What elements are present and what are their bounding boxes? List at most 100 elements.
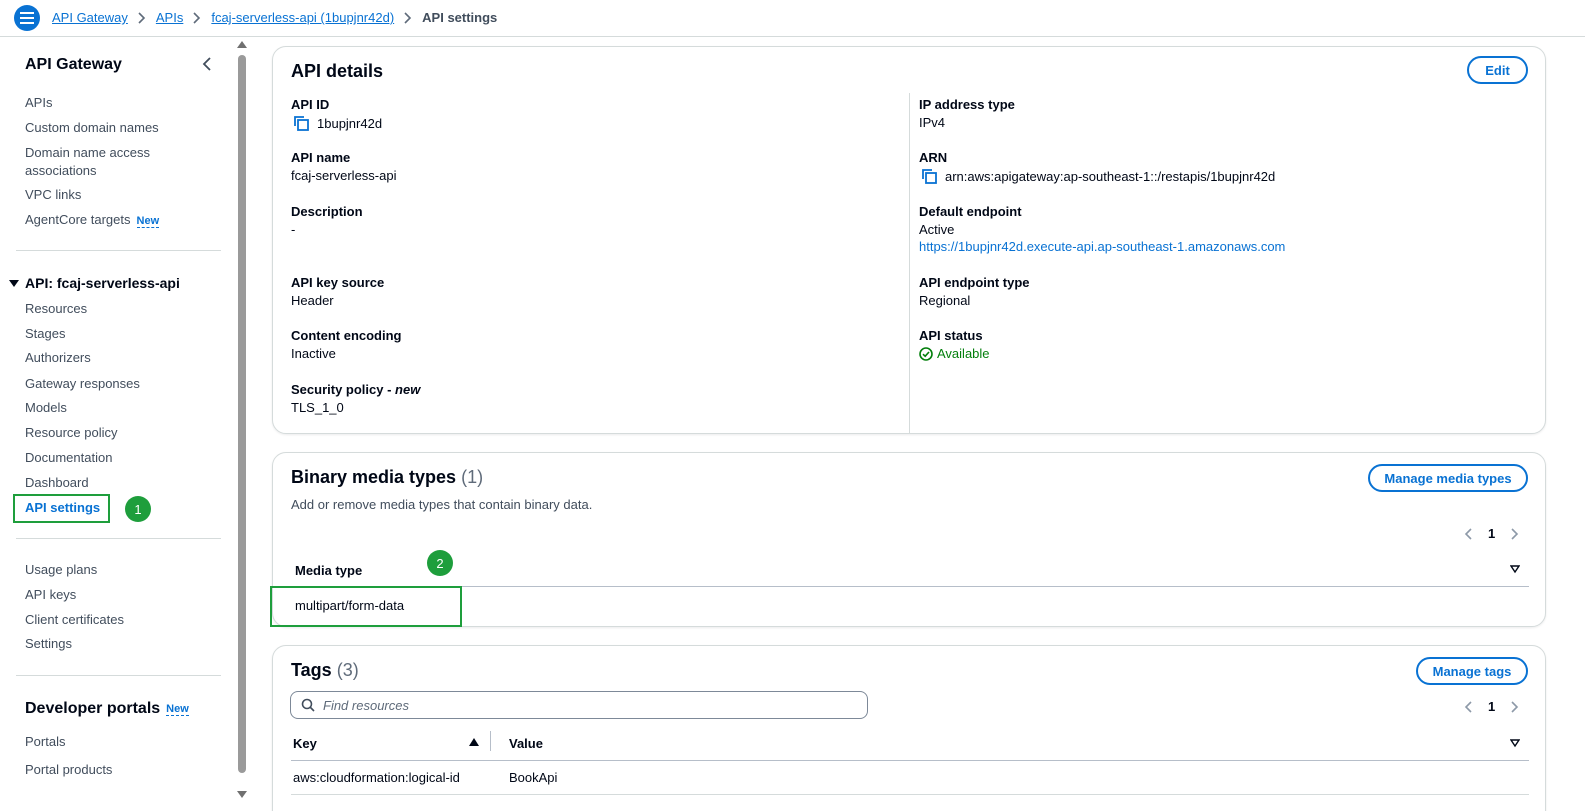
content-encoding-value: Inactive xyxy=(291,346,336,361)
api-key-source-value: Header xyxy=(291,293,334,308)
divider xyxy=(291,794,1529,795)
description-label: Description xyxy=(291,204,363,219)
breadcrumb: API Gateway APIs fcaj-serverless-api (1b… xyxy=(52,10,497,25)
security-policy-label: Security policy - new xyxy=(291,382,420,397)
ip-address-type-value: IPv4 xyxy=(919,115,946,130)
column-divider xyxy=(490,731,491,751)
copy-icon[interactable] xyxy=(293,115,309,131)
search-input[interactable] xyxy=(323,697,843,713)
binary-media-types-panel: Binary media types (1) Manage media type… xyxy=(272,452,1546,627)
sidebar-section-label: API: fcaj-serverless-api xyxy=(25,275,180,291)
manage-tags-button[interactable]: Manage tags xyxy=(1416,657,1528,685)
menu-icon[interactable] xyxy=(14,5,40,31)
security-policy-value: TLS_1_0 xyxy=(291,400,344,415)
main-content: API details Edit API ID 1bupjnr42d API n… xyxy=(252,38,1585,811)
scrollbar-thumb[interactable] xyxy=(238,55,246,773)
edit-button[interactable]: Edit xyxy=(1467,56,1528,84)
sidebar-item-client-certificates[interactable]: Client certificates xyxy=(25,611,124,629)
sidebar-item-resources[interactable]: Resources xyxy=(25,300,87,318)
sidebar-section-api[interactable]: API: fcaj-serverless-api xyxy=(9,275,180,291)
chevron-left-icon[interactable] xyxy=(1464,527,1472,540)
sidebar-item-label: AgentCore targets xyxy=(25,212,131,227)
api-name-value: fcaj-serverless-api xyxy=(291,168,397,183)
chevron-right-icon[interactable] xyxy=(1511,700,1519,713)
default-endpoint-label: Default endpoint xyxy=(919,204,1022,219)
sidebar-item-agentcore-targets[interactable]: AgentCore targets New xyxy=(25,211,160,230)
api-id: 1bupjnr42d xyxy=(317,115,383,131)
page-number[interactable]: 1 xyxy=(1488,526,1495,541)
api-endpoint-type-label: API endpoint type xyxy=(919,275,1030,290)
divider xyxy=(16,675,221,676)
tags-count: (3) xyxy=(336,660,359,680)
tag-key: aws:cloudformation:logical-id xyxy=(293,770,460,785)
api-status-value: Available xyxy=(919,346,990,361)
column-header-key[interactable]: Key xyxy=(293,736,317,751)
divider xyxy=(16,538,221,539)
scroll-up-icon[interactable] xyxy=(237,41,247,48)
sidebar-item-gateway-responses[interactable]: Gateway responses xyxy=(25,375,140,393)
sidebar-item-api-keys[interactable]: API keys xyxy=(25,586,76,604)
annotation-marker-1: 1 xyxy=(125,496,151,522)
api-endpoint-type-value: Regional xyxy=(919,293,971,308)
breadcrumb-api-gateway[interactable]: API Gateway xyxy=(52,10,128,25)
api-details-panel: API details Edit API ID 1bupjnr42d API n… xyxy=(272,46,1546,434)
page-number[interactable]: 1 xyxy=(1488,699,1495,714)
column-divider xyxy=(909,93,910,433)
annotation-box-1 xyxy=(13,494,110,523)
sort-ascending-icon[interactable] xyxy=(469,738,479,746)
sidebar-item-dashboard[interactable]: Dashboard xyxy=(25,474,89,492)
breadcrumb-apis[interactable]: APIs xyxy=(156,10,183,25)
sidebar-item-documentation[interactable]: Documentation xyxy=(25,449,112,467)
tags-panel: Tags (3) Manage tags 1 Key Value aws:clo… xyxy=(272,645,1546,811)
binary-media-types-title-text: Binary media types xyxy=(291,467,457,487)
api-name-label: API name xyxy=(291,150,351,165)
sidebar-item-models[interactable]: Models xyxy=(25,399,67,417)
sidebar-item-settings[interactable]: Settings xyxy=(25,635,72,653)
sidebar-item-resource-policy[interactable]: Resource policy xyxy=(25,424,118,442)
search-icon xyxy=(301,698,315,712)
arn-label: ARN xyxy=(919,150,948,165)
api-details-title: API details xyxy=(291,61,384,81)
description-value: - xyxy=(291,222,296,237)
chevron-left-icon[interactable] xyxy=(1464,700,1472,713)
sidebar-item-authorizers[interactable]: Authorizers xyxy=(25,349,91,367)
api-id-value: 1bupjnr42d xyxy=(293,115,382,131)
tag-value: BookApi xyxy=(509,770,558,785)
tags-search-field[interactable] xyxy=(290,691,868,719)
default-endpoint-status: Active xyxy=(919,222,955,237)
chevron-right-icon[interactable] xyxy=(1511,527,1519,540)
sidebar-item-usage-plans[interactable]: Usage plans xyxy=(25,561,97,579)
sidebar-item-stages[interactable]: Stages xyxy=(25,325,65,343)
divider xyxy=(291,760,1529,761)
api-key-source-label: API key source xyxy=(291,275,385,290)
copy-icon[interactable] xyxy=(921,168,937,184)
binary-media-types-count: (1) xyxy=(461,467,484,487)
column-header-media-type[interactable]: Media type xyxy=(295,563,362,578)
breadcrumb-api[interactable]: fcaj-serverless-api (1bupjnr42d) xyxy=(211,10,394,25)
sort-icon[interactable] xyxy=(1510,564,1520,574)
column-header-value[interactable]: Value xyxy=(509,736,543,751)
developer-portals-heading: Developer portals New xyxy=(25,700,189,718)
top-bar: API Gateway APIs fcaj-serverless-api (1b… xyxy=(0,0,1585,37)
scroll-down-icon[interactable] xyxy=(237,791,247,798)
annotation-box-2 xyxy=(270,586,462,627)
manage-media-types-button[interactable]: Manage media types xyxy=(1368,464,1528,492)
chevron-left-icon[interactable] xyxy=(202,57,212,74)
sidebar-item-apis[interactable]: APIs xyxy=(25,94,52,112)
content-encoding-label: Content encoding xyxy=(291,328,402,343)
sort-icon[interactable] xyxy=(1510,738,1520,748)
sidebar-item-vpc-links[interactable]: VPC links xyxy=(25,186,81,204)
sidebar-item-custom-domain-names[interactable]: Custom domain names xyxy=(25,119,159,137)
chevron-right-icon xyxy=(138,11,146,24)
api-status-label: API status xyxy=(919,328,983,343)
chevron-right-icon xyxy=(404,11,412,24)
sidebar-item-domain-name-access[interactable]: Domain name access associations xyxy=(25,144,175,180)
check-circle-icon xyxy=(919,346,933,361)
arn-value: arn:aws:apigateway:ap-southeast-1::/rest… xyxy=(921,168,1275,184)
divider xyxy=(16,250,221,251)
ip-address-type-label: IP address type xyxy=(919,97,1015,112)
sidebar-item-portals[interactable]: Portals xyxy=(25,733,65,751)
api-status: Available xyxy=(937,346,990,361)
sidebar-item-portal-products[interactable]: Portal products xyxy=(25,761,112,779)
default-endpoint-url[interactable]: https://1bupjnr42d.execute-api.ap-southe… xyxy=(919,239,1285,254)
